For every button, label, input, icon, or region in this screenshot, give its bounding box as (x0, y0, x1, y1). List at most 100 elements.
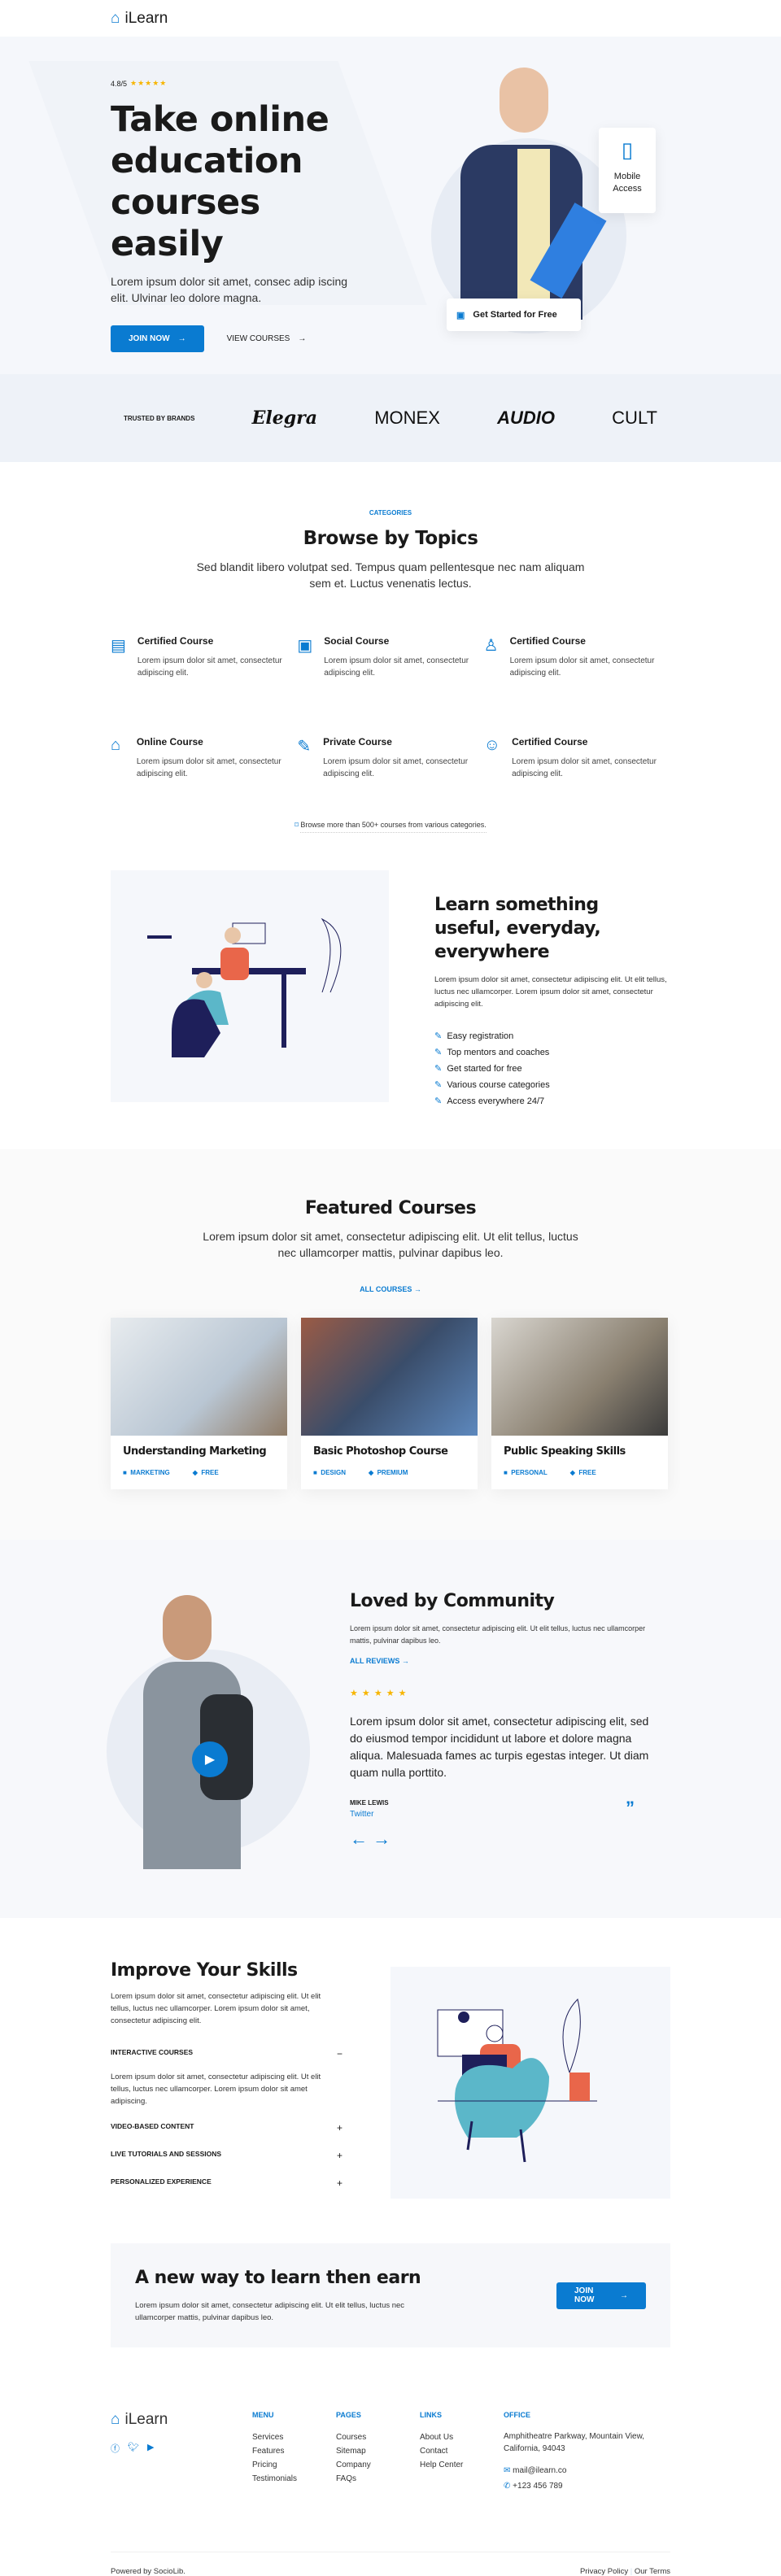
brand-logo-audio: AUDIO (497, 408, 555, 428)
feature-item: ✎ Top mentors and coaches (434, 1048, 550, 1057)
pencil-icon: ✎ (434, 1031, 443, 1041)
course-price: ◆ PREMIUM (368, 1469, 408, 1476)
course-category: ■ DESIGN (313, 1469, 346, 1476)
youtube-icon[interactable]: ▶ (147, 2442, 154, 2455)
privacy-link[interactable]: Privacy Policy (580, 2567, 628, 2576)
topic-item[interactable]: ✎ Private Course Lorem ipsum dolor sit ame… (297, 736, 483, 780)
community-section: ▶ Loved by Community Lorem ipsum dolor s… (0, 1540, 781, 1918)
footer-link[interactable]: Sitemap (336, 2444, 420, 2458)
graduate-icon: ♙ (483, 637, 499, 655)
footer-link[interactable]: Testimonials (252, 2472, 336, 2486)
tag-icon: ◆ (569, 1469, 575, 1476)
footer-link[interactable]: Pricing (252, 2458, 336, 2472)
footer-link[interactable]: Help Center (420, 2458, 504, 2472)
email-link[interactable]: mail@ilearn.co (513, 2466, 566, 2475)
play-button[interactable]: ▶ (192, 1741, 228, 1777)
cta-join-button[interactable]: JOIN NOW → (556, 2282, 646, 2309)
header: ⌂ iLearn (0, 0, 781, 37)
twitter-icon[interactable]: 🐦︎ (128, 2442, 139, 2455)
ruler-pencil-icon: ✎ (297, 738, 312, 756)
accordion-item[interactable]: PERSONALIZED EXPERIENCE + (111, 2177, 343, 2189)
brand-logo-monex: MONEX (374, 408, 440, 428)
get-started-card[interactable]: ▣ Get Started for Free (447, 299, 581, 331)
topics-section: CATEGORIES Browse by Topics Sed blandit … (0, 462, 781, 870)
skills-illustration (390, 1967, 670, 2199)
tag-icon: ◆ (368, 1469, 374, 1476)
brands-band: TRUSTED BY BRANDS Elegra MONEX AUDIO CUL… (0, 374, 781, 462)
mobile-access-card: ▯ Mobile Access (599, 128, 656, 213)
arrow-right-icon: → (401, 1657, 409, 1665)
footer-link[interactable]: FAQs (336, 2472, 420, 2486)
topic-item[interactable]: ⌂ Online Course Lorem ipsum dolor sit amet… (111, 736, 297, 780)
accordion-item[interactable]: VIDEO-BASED CONTENT + (111, 2122, 343, 2134)
topic-item[interactable]: ♙ Certified Course Lorem ipsum dolor sit a… (484, 635, 670, 679)
logo[interactable]: ⌂ iLearn (111, 10, 670, 28)
hero-text: Lorem ipsum dolor sit amet, consec adip … (111, 275, 348, 304)
home-book-icon: ⌂ (111, 736, 121, 754)
course-card[interactable]: Understanding Marketing ■ MARKETING ◆ FREE (111, 1318, 287, 1489)
bookmark-icon: ⌑ (295, 821, 299, 829)
brand-logo-elegra: Elegra (251, 408, 317, 429)
phone-link[interactable]: +123 456 789 (513, 2482, 562, 2491)
footer-link[interactable]: Company (336, 2458, 420, 2472)
review-source-link[interactable]: Twitter (350, 1810, 389, 1819)
mail-icon: ✉ (504, 2466, 511, 2475)
arrow-right-icon: → (177, 334, 186, 343)
folder-icon: ■ (504, 1469, 508, 1476)
all-courses-link[interactable]: ALL COURSES → (111, 1285, 670, 1293)
footer: ⌂ iLearn ⓕ 🐦︎ ▶ MENU Services Features Pricing… (111, 2411, 670, 2576)
pencil-icon: ✎ (434, 1048, 443, 1057)
footer-link[interactable]: Contact (420, 2444, 504, 2458)
skills-section: Improve Your Skills Lorem ipsum dolor si… (0, 1918, 781, 2243)
chat-book-icon: ▣ (297, 637, 313, 655)
footer-link[interactable]: Services (252, 2430, 336, 2444)
minus-icon: − (336, 2048, 343, 2059)
course-image (111, 1318, 287, 1436)
cta-section: A new way to learn then earn Lorem ipsum … (0, 2243, 781, 2390)
facebook-icon[interactable]: ⓕ (111, 2442, 120, 2455)
course-category: ■ MARKETING (123, 1469, 170, 1476)
course-card[interactable]: Basic Photoshop Course ■ DESIGN ◆ PREMIUM (301, 1318, 478, 1489)
course-card[interactable]: Public Speaking Skills ■ PERSONAL ◆ FREE (491, 1318, 668, 1489)
course-image (301, 1318, 478, 1436)
reviewer-photo: ▶ (107, 1540, 355, 1918)
learning-illustration (111, 870, 389, 1102)
pencil-icon: ✎ (434, 1080, 443, 1090)
next-arrow-icon[interactable]: → (373, 1828, 390, 1849)
hero: 4.8/5 ★★★★★ Take online education courses… (0, 37, 781, 374)
pencil-icon: ✎ (434, 1064, 443, 1074)
phone-icon: ✆ (504, 2482, 511, 2491)
arrow-right-icon: → (298, 334, 307, 343)
topic-item[interactable]: ☺ Certified Course Lorem ipsum dolor sit a… (484, 736, 670, 780)
play-icon: ▶ (204, 1753, 216, 1767)
folder-icon: ■ (313, 1469, 317, 1476)
course-price: ◆ FREE (569, 1469, 596, 1476)
course-category: ■ PERSONAL (504, 1469, 548, 1476)
house-book-icon: ⌂ (111, 9, 120, 27)
footer-link[interactable]: About Us (420, 2430, 504, 2444)
topic-item[interactable]: ▣ Social Course Lorem ipsum dolor sit amet… (297, 635, 483, 679)
view-courses-link[interactable]: VIEW COURSES → (227, 334, 307, 343)
chat-book-icon: ▣ (456, 310, 465, 320)
featured-section: Featured Courses Lorem ipsum dolor sit a… (0, 1149, 781, 1540)
quote-icon: ” (626, 1798, 635, 1818)
join-now-button[interactable]: JOIN NOW → (111, 325, 204, 352)
all-reviews-link[interactable]: ALL REVIEWS → (350, 1657, 659, 1665)
accordion-item[interactable]: LIVE TUTORIALS AND SESSIONS + (111, 2150, 343, 2161)
plus-icon: + (336, 2122, 343, 2134)
accordion-item[interactable]: INTERACTIVE COURSES − Lorem ipsum dolor si… (111, 2048, 343, 2107)
footer-link[interactable]: Features (252, 2444, 336, 2458)
topic-item[interactable]: ▤ Certified Course Lorem ipsum dolor sit a… (111, 635, 297, 679)
course-image (491, 1318, 668, 1436)
browse-more-link[interactable]: ⌑ Browse more than 500+ courses from var… (111, 821, 670, 833)
arrow-right-icon: → (620, 2291, 628, 2300)
feature-item: ✎ Get started for free (434, 1064, 522, 1074)
hero-title: Take online education courses easily (111, 99, 329, 264)
learn-section: Learn something useful, everyday, everyw… (0, 870, 781, 1149)
footer-link[interactable]: Courses (336, 2430, 420, 2444)
folder-icon: ■ (123, 1469, 127, 1476)
brand-logo-cult: CULT (612, 408, 657, 428)
terms-link[interactable]: Our Terms (635, 2567, 670, 2576)
tag-icon: ◆ (192, 1469, 198, 1476)
house-book-icon: ⌂ (111, 2411, 120, 2428)
